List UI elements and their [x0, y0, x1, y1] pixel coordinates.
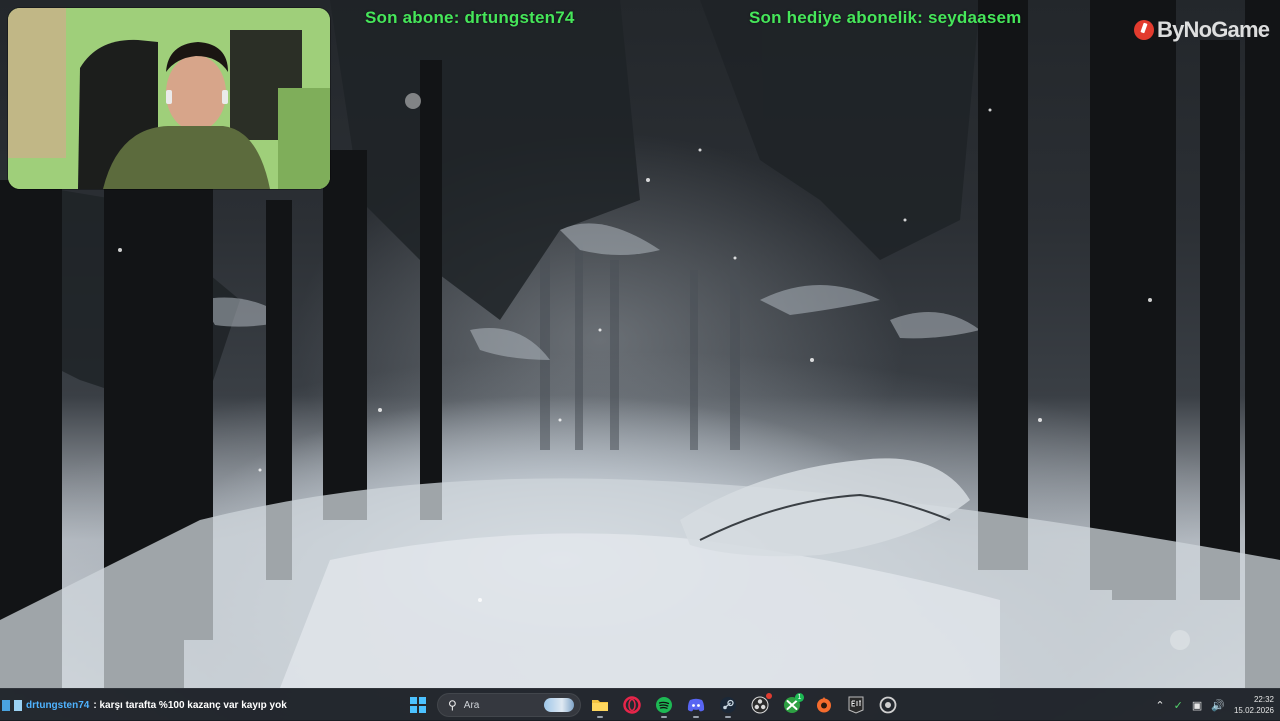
- taskbar-app-browser[interactable]: [875, 692, 901, 718]
- taskbar-app-spotify[interactable]: [651, 692, 677, 718]
- steam-icon: [720, 697, 736, 713]
- chat-badge-icon: [2, 699, 10, 711]
- taskbar-app-steam[interactable]: [715, 692, 741, 718]
- taskbar-app-file-explorer[interactable]: [587, 692, 613, 718]
- chat-ticker: drtungsten74: karşı tarafta %100 kazanç …: [0, 689, 287, 721]
- xbox-badge: 1: [795, 693, 804, 702]
- pen-icon[interactable]: ✓: [1174, 699, 1183, 712]
- chat-message: : karşı tarafta %100 kazanç var kayıp yo…: [93, 699, 287, 711]
- epic-icon: [848, 696, 864, 714]
- bynogame-mark-icon: [1134, 20, 1154, 40]
- origin-icon: [817, 697, 831, 713]
- taskbar-search[interactable]: ⚲ Ara: [437, 693, 581, 717]
- spotify-icon: [656, 697, 672, 713]
- clock-time: 22:32: [1253, 695, 1274, 704]
- search-placeholder: Ara: [463, 699, 480, 711]
- taskbar-clock[interactable]: 22:32 15.02.2026: [1234, 694, 1274, 716]
- last-subscriber-label: Son abone: drtungsten74: [365, 8, 575, 27]
- taskbar-app-epic-games[interactable]: [843, 692, 869, 718]
- taskbar-app-obs[interactable]: [747, 692, 773, 718]
- last-gift-sub-label: Son hediye abonelik: seydaasem: [749, 8, 1022, 27]
- streamer-webcam-image: [8, 8, 330, 189]
- start-button[interactable]: [405, 692, 431, 718]
- webcam-feed: [8, 8, 330, 189]
- search-icon: ⚲: [448, 698, 457, 712]
- chevron-up-icon[interactable]: ⌃: [1155, 699, 1164, 712]
- volume-icon[interactable]: 🔊: [1211, 699, 1225, 712]
- display-icon[interactable]: ▣: [1192, 699, 1202, 712]
- taskbar-app-xbox[interactable]: 1: [779, 692, 805, 718]
- opera-icon: [623, 696, 641, 714]
- folder-icon: [592, 700, 608, 711]
- browser-icon: [879, 696, 897, 714]
- taskbar: drtungsten74: karşı tarafta %100 kazanç …: [0, 688, 1280, 721]
- taskbar-app-opera-gx[interactable]: [619, 692, 645, 718]
- notification-dot-icon: [766, 693, 772, 699]
- clock-date: 15.02.2026: [1233, 706, 1274, 715]
- discord-icon: [687, 698, 705, 712]
- search-highlight-icon: [544, 698, 574, 712]
- system-tray: ⌃ ✓ ▣ 🔊 22:32 15.02.2026: [1155, 689, 1280, 721]
- chat-username: drtungsten74: [26, 699, 90, 711]
- bynogame-logo: ByNoGame: [1134, 17, 1270, 43]
- brand-logo-text: ByNoGame: [1157, 17, 1270, 42]
- taskbar-app-origin[interactable]: [811, 692, 837, 718]
- obs-icon: [751, 696, 769, 714]
- taskbar-center: ⚲ Ara 1: [405, 689, 901, 721]
- windows-logo-icon: [410, 697, 426, 713]
- taskbar-app-discord[interactable]: [683, 692, 709, 718]
- chat-badge-icon: [14, 699, 22, 711]
